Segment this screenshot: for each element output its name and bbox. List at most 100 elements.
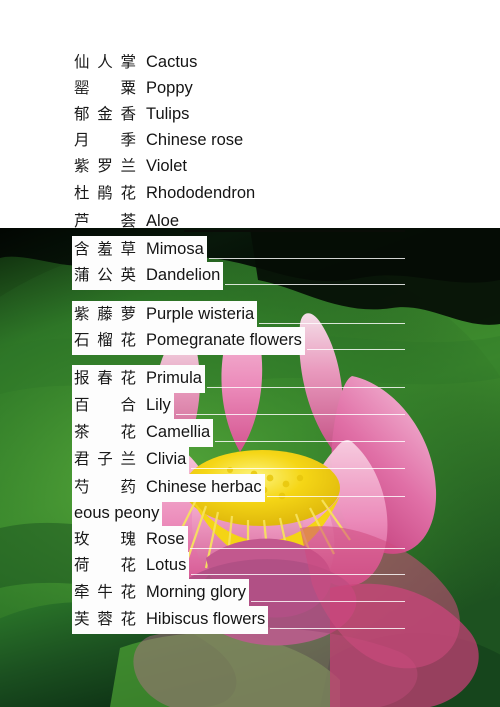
- flower-name-english: Lily: [146, 396, 171, 414]
- flower-name-chinese: 茶花: [74, 424, 136, 441]
- flower-name-english: Hibiscus flowers: [146, 610, 266, 628]
- label-plate: 芙蓉花 Hibiscus flowers: [72, 606, 269, 634]
- list-item: 百合 Lily: [72, 392, 174, 420]
- flower-name-chinese: 罂粟: [74, 80, 136, 97]
- label-plate: eous peony: [72, 499, 163, 527]
- leader-line: [175, 414, 405, 415]
- flower-name-chinese: 君子兰: [74, 451, 136, 468]
- flower-name-chinese: 郁金香: [74, 106, 136, 123]
- flower-name-chinese: 芙蓉花: [74, 611, 136, 628]
- list-item: 芍药 Chinese herbac: [72, 474, 265, 502]
- label-plate: 牵牛花 Morning glory: [72, 579, 249, 607]
- list-item: 荷花 Lotus: [72, 552, 190, 580]
- list-item: 罂粟 Poppy: [72, 76, 196, 102]
- list-item: 玫瑰 Rose: [72, 526, 188, 554]
- label-plate: 含羞草 Mimosa: [72, 236, 207, 264]
- flower-name-english: Purple wisteria: [146, 305, 255, 323]
- leader-line: [266, 496, 405, 497]
- label-plate: 百合 Lily: [72, 392, 174, 420]
- flower-name-english: Mimosa: [146, 240, 204, 258]
- flower-name-chinese: 报春花: [74, 370, 136, 387]
- flower-name-english: Rose: [146, 530, 185, 548]
- label-plate: 月季 Chinese rose: [72, 127, 246, 155]
- label-plate: 紫藤萝 Purple wisteria: [72, 301, 258, 329]
- list-item: 芦荟 Aloe: [72, 209, 182, 235]
- page-root: 仙人掌 Cactus 罂粟 Poppy 郁金香 Tulips 月季 Chinese rose 紫…: [0, 0, 500, 707]
- list-item: 紫藤萝 Purple wisteria: [72, 301, 258, 329]
- flower-name-english: Poppy: [146, 79, 193, 97]
- list-item: 蒲公英 Dandelion: [72, 262, 224, 290]
- label-plate: 玫瑰 Rose: [72, 526, 188, 554]
- flower-name-chinese: 月季: [74, 132, 136, 149]
- label-plate: 芍药 Chinese herbac: [72, 474, 265, 502]
- list-item: 仙人掌 Cactus: [72, 50, 200, 76]
- list-item: 石榴花 Pomegranate flowers: [72, 327, 305, 355]
- flower-name-english: Clivia: [146, 450, 187, 468]
- label-plate: 罂粟 Poppy: [72, 75, 196, 103]
- flower-name-chinese: 杜鹃花: [74, 185, 136, 202]
- flower-name-english: Chinese herbac: [146, 478, 262, 496]
- flower-name-chinese: 紫罗兰: [74, 158, 136, 175]
- label-plate: 芦荟 Aloe: [72, 208, 182, 236]
- flower-name-chinese: 芦荟: [74, 213, 136, 230]
- leader-line: [191, 574, 405, 575]
- flower-name-english: Violet: [146, 157, 187, 175]
- spacer-stub-line: [72, 366, 94, 367]
- flower-name-english: Camellia: [146, 423, 211, 441]
- list-item: 月季 Chinese rose: [72, 128, 246, 154]
- flower-name-chinese: 石榴花: [74, 332, 136, 349]
- label-plate: 石榴花 Pomegranate flowers: [72, 327, 305, 355]
- label-plate: 君子兰 Clivia: [72, 446, 190, 474]
- leader-line: [270, 628, 405, 629]
- flower-name-chinese: 仙人掌: [74, 54, 136, 71]
- label-plate: 紫罗兰 Violet: [72, 153, 190, 181]
- leader-line: [259, 323, 405, 324]
- flower-name-english: Chinese rose: [146, 131, 244, 149]
- leader-line: [208, 258, 405, 259]
- flower-name-chinese: 紫藤萝: [74, 306, 136, 323]
- flower-name-list: 仙人掌 Cactus 罂粟 Poppy 郁金香 Tulips 月季 Chinese rose 紫…: [0, 0, 500, 707]
- flower-name-chinese: 蒲公英: [74, 267, 136, 284]
- leader-line: [206, 387, 405, 388]
- flower-name-english: Pomegranate flowers: [146, 331, 302, 349]
- flower-name-english: Dandelion: [146, 266, 221, 284]
- flower-name-english: Aloe: [146, 212, 180, 230]
- leader-line: [306, 349, 405, 350]
- leader-line: [184, 230, 405, 232]
- list-item: 茶花 Camellia: [72, 419, 214, 447]
- label-plate: 杜鹃花 Rhododendron: [72, 180, 258, 208]
- flower-name-chinese: 玫瑰: [74, 531, 136, 548]
- label-plate: 荷花 Lotus: [72, 552, 190, 580]
- label-plate: 郁金香 Tulips: [72, 101, 192, 129]
- list-item: 杜鹃花 Rhododendron: [72, 181, 258, 207]
- leader-line: [215, 441, 405, 442]
- flower-name-chinese: 荷花: [74, 557, 136, 574]
- leader-line: [250, 601, 405, 602]
- list-item: 报春花 Primula: [72, 365, 205, 393]
- list-item: 郁金香 Tulips: [72, 102, 192, 128]
- list-item: eous peony: [72, 499, 163, 527]
- flower-name-english: Cactus: [146, 53, 198, 71]
- flower-name-english: Primula: [146, 369, 202, 387]
- label-plate: 蒲公英 Dandelion: [72, 262, 224, 290]
- flower-name-chinese: 含羞草: [74, 241, 136, 258]
- list-item: 君子兰 Clivia: [72, 446, 190, 474]
- list-item: 牵牛花 Morning glory: [72, 579, 249, 607]
- leader-line: [225, 284, 405, 285]
- list-item: 紫罗兰 Violet: [72, 154, 190, 180]
- list-item: 芙蓉花 Hibiscus flowers: [72, 606, 269, 634]
- leader-line: [191, 468, 405, 469]
- flower-name-english: Lotus: [146, 556, 187, 574]
- flower-name-english: Tulips: [146, 105, 190, 123]
- flower-name-english: eous peony: [74, 503, 160, 522]
- flower-name-chinese: 芍药: [74, 479, 136, 496]
- label-plate: 仙人掌 Cactus: [72, 49, 200, 77]
- flower-name-chinese: 百合: [74, 397, 136, 414]
- list-item: 含羞草 Mimosa: [72, 236, 207, 264]
- flower-name-english: Morning glory: [146, 583, 246, 601]
- flower-name-english: Rhododendron: [146, 184, 256, 202]
- leader-line: [189, 548, 405, 549]
- label-plate: 茶花 Camellia: [72, 419, 214, 447]
- label-plate: 报春花 Primula: [72, 365, 205, 393]
- flower-name-chinese: 牵牛花: [74, 584, 136, 601]
